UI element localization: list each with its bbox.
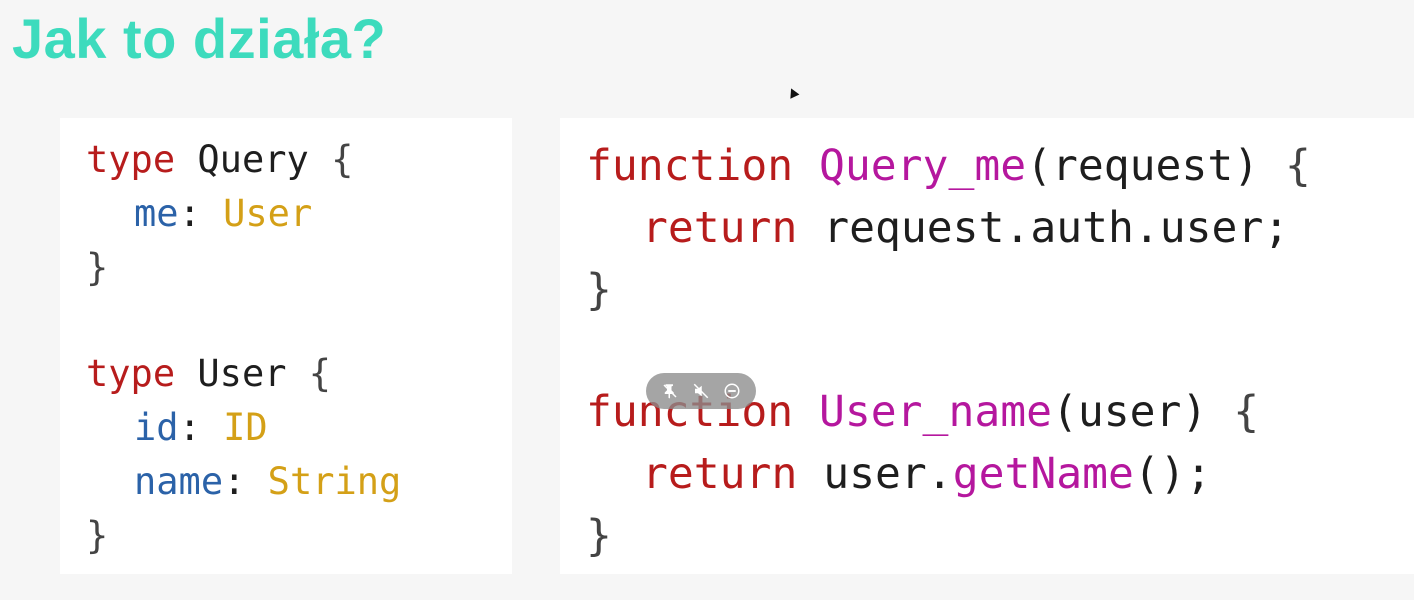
code-line-close-user-name: } xyxy=(586,511,612,561)
video-overlay-controls xyxy=(646,373,756,409)
code-line-close-query-me: } xyxy=(586,265,612,315)
code-line-name-field: name: String xyxy=(134,460,402,503)
mouse-cursor-icon xyxy=(786,86,800,99)
code-line-close-user: } xyxy=(86,514,109,557)
mute-icon[interactable] xyxy=(690,380,712,402)
schema-code-panel: type Query { me: User } type User { id: … xyxy=(60,118,512,574)
slide-title: Jak to działa? xyxy=(12,7,387,70)
minus-circle-icon[interactable] xyxy=(721,380,743,402)
code-line-user-name-return: return user.getName(); xyxy=(642,449,1212,499)
code-line-me-field: me: User xyxy=(134,192,313,235)
code-line-id-field: id: ID xyxy=(134,406,268,449)
code-line-query-me-return: return request.auth.user; xyxy=(642,203,1290,253)
resolver-code-panel: function Query_me(request) { return requ… xyxy=(560,118,1414,574)
code-line-query-me-def: function Query_me(request) { xyxy=(586,141,1311,191)
code-line-query-type: type Query { xyxy=(86,138,354,181)
pin-off-icon[interactable] xyxy=(659,380,681,402)
code-line-close-query: } xyxy=(86,246,109,289)
code-line-user-type: type User { xyxy=(86,352,332,395)
